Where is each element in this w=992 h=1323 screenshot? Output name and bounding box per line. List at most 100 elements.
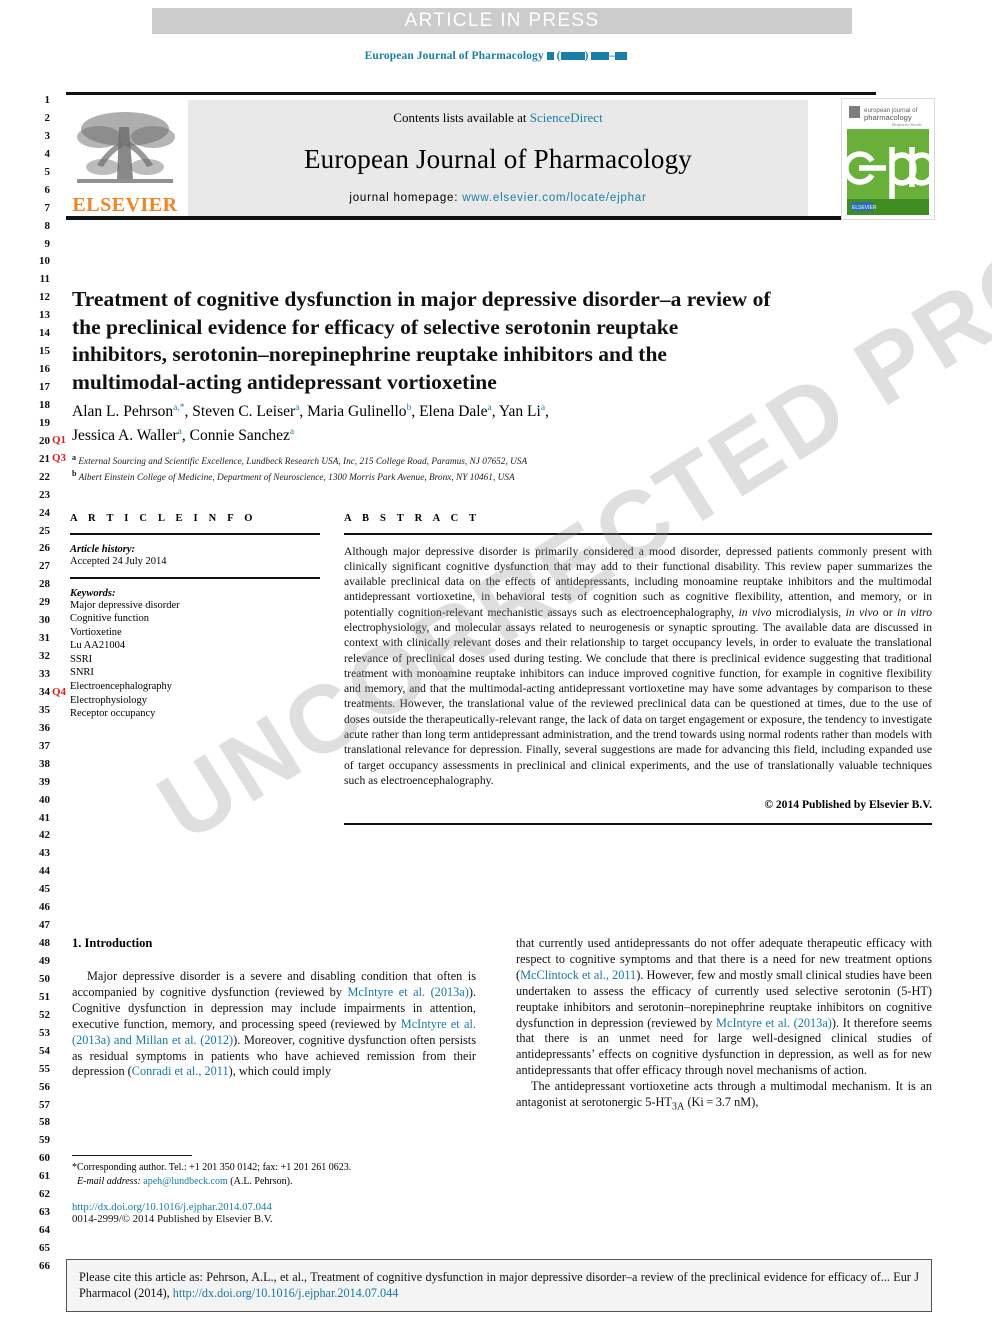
- intro-paragraph-left: Major depressive disorder is a severe an…: [72, 969, 476, 1080]
- line-number: 1: [44, 94, 51, 106]
- line-number: 13: [39, 309, 50, 322]
- line-number: 5: [44, 165, 51, 178]
- running-head-blanks: () –: [546, 50, 628, 62]
- line-number: 53: [39, 1026, 50, 1039]
- line-number: 28: [39, 578, 50, 591]
- line-number: 23: [39, 488, 50, 501]
- reference-link[interactable]: McIntyre et al. (2013a): [716, 1016, 832, 1030]
- line-number: 26: [39, 542, 50, 555]
- line-number: 29: [39, 596, 50, 609]
- line-number: 49: [39, 955, 50, 967]
- line-number: 32: [39, 650, 50, 663]
- body-text-run: (Ki = 3.7 nM),: [684, 1095, 759, 1110]
- abstract-rule-top: [344, 533, 932, 535]
- line-number: 36: [39, 721, 50, 734]
- affiliations: a External Sourcing and Scientific Excel…: [72, 452, 792, 484]
- line-number: 48: [39, 937, 50, 950]
- reference-link[interactable]: McIntyre et al. (2013a): [347, 985, 468, 999]
- line-number: 65: [39, 1242, 50, 1254]
- keyword-item: Electroencephalography: [70, 681, 173, 693]
- doi-link[interactable]: http://dx.doi.org/10.1016/j.ejphar.2014.…: [72, 1201, 476, 1213]
- query-mark-q1[interactable]: Q1: [52, 434, 66, 446]
- footnote-block: *Corresponding author. Tel.: +1 201 350 …: [72, 1155, 476, 1225]
- reference-link[interactable]: McClintock et al., 2011: [520, 968, 636, 982]
- intro-paragraph-right-2: The antidepressant vortioxetine acts thr…: [516, 1079, 932, 1115]
- line-number: 19: [39, 416, 50, 429]
- line-number: 54: [39, 1044, 50, 1057]
- query-mark-q4[interactable]: Q4: [52, 686, 66, 698]
- citation-doi-link[interactable]: http://dx.doi.org/10.1016/j.ejphar.2014.…: [173, 1286, 399, 1300]
- introduction-heading: 1. Introduction: [72, 936, 153, 950]
- line-number: 57: [39, 1098, 50, 1111]
- intro-paragraph-right-1: that currently used antidepressants do n…: [516, 936, 932, 1079]
- abstract-text: Although major depressive disorder is pr…: [344, 544, 932, 789]
- masthead-center-panel: Contents lists available at ScienceDirec…: [188, 100, 808, 216]
- keyword-item: SNRI: [70, 667, 94, 679]
- line-number: 14: [39, 327, 50, 340]
- line-number: 62: [39, 1188, 50, 1201]
- affiliation-b: b Albert Einstein College of Medicine, D…: [72, 469, 515, 484]
- line-number: 21: [39, 452, 50, 465]
- line-number: 4: [44, 147, 51, 160]
- line-number: 7: [44, 201, 51, 214]
- sciencedirect-link[interactable]: ScienceDirect: [530, 110, 603, 125]
- line-number: 37: [39, 739, 50, 752]
- line-number: 16: [39, 363, 50, 376]
- article-in-press-banner: ARTICLE IN PRESS: [152, 8, 852, 34]
- keyword-list: Major depressive disorder Cognitive funct…: [70, 599, 320, 721]
- line-number: 12: [39, 291, 50, 304]
- line-number: 52: [39, 1008, 50, 1021]
- masthead-bottom-rule: [66, 216, 876, 220]
- email-link[interactable]: apeh@lundbeck.com: [143, 1176, 227, 1187]
- line-number: 34: [39, 685, 50, 698]
- homepage-url-link[interactable]: www.elsevier.com/locate/ejphar: [462, 192, 646, 204]
- abstract-italic-term: in vivo: [845, 605, 879, 619]
- line-number: 33: [39, 668, 50, 680]
- line-number: 30: [39, 614, 50, 627]
- line-number: 10: [39, 255, 50, 268]
- svg-text:Bergische Straße: Bergische Straße: [892, 122, 922, 127]
- elsevier-tree-icon: [77, 112, 175, 183]
- line-number: 61: [39, 1170, 50, 1183]
- line-number: 35: [39, 703, 50, 716]
- abstract-text-run: electrophysiology, and molecular assays …: [344, 620, 932, 787]
- contents-prefix: Contents lists available at: [393, 110, 530, 125]
- affiliation-a-text: External Sourcing and Scientific Excelle…: [78, 457, 528, 468]
- keyword-item: SSRI: [70, 653, 93, 665]
- line-number: 6: [44, 183, 51, 196]
- reference-link[interactable]: Conradi et al., 2011: [132, 1064, 229, 1078]
- affiliation-a: a External Sourcing and Scientific Excel…: [72, 453, 528, 468]
- article-info-column: A R T I C L E I N F O Article history: A…: [70, 513, 320, 721]
- line-number: 58: [39, 1116, 50, 1129]
- journal-title: European Journal of Pharmacology: [303, 143, 693, 174]
- line-number: 41: [39, 811, 50, 824]
- article-history-label: Article history:: [70, 543, 136, 555]
- line-number: 63: [39, 1206, 50, 1219]
- masthead-top-rule: [66, 92, 876, 95]
- line-number-gutter: 1 2 3 4 5 6 7 8 9 10 11 12 13 14 15 16 17 18 19 20 21 22 23 24 2…: [28, 92, 50, 1276]
- keyword-item: Receptor occupancy: [70, 708, 156, 720]
- line-number: 66: [39, 1259, 50, 1272]
- body-column-left: 1. Introduction Major depressive disorde…: [72, 936, 476, 1080]
- line-number: 59: [39, 1134, 50, 1147]
- abstract-text-run: or: [878, 605, 898, 619]
- contents-available-line: Contents lists available at ScienceDirec…: [393, 110, 602, 126]
- elsevier-logo: ELSEVIER: [70, 100, 180, 215]
- line-number: 40: [39, 793, 50, 806]
- query-mark-q3[interactable]: Q3: [52, 452, 66, 464]
- line-number: 50: [39, 972, 50, 985]
- issn-copyright-line: 0014-2999/© 2014 Published by Elsevier B…: [72, 1213, 273, 1225]
- line-number: 24: [39, 506, 50, 519]
- running-head-journal: European Journal of Pharmacology: [364, 50, 544, 62]
- email-label: E-mail address:: [77, 1175, 141, 1187]
- svg-text:ELSEVIER: ELSEVIER: [852, 205, 877, 211]
- keyword-item: Major depressive disorder: [70, 599, 180, 611]
- line-number: 38: [39, 757, 50, 770]
- email-note: E-mail address: apeh@lundbeck.com (A.L. …: [72, 1175, 476, 1189]
- body-text-run: ), which could imply: [228, 1064, 332, 1079]
- line-number: 8: [44, 219, 51, 232]
- body-column-right: that currently used antidepressants do n…: [516, 936, 932, 1115]
- line-number: 45: [39, 883, 50, 896]
- abstract-column: A B S T R A C T Although major depressiv…: [344, 513, 932, 825]
- line-number: 9: [44, 237, 51, 250]
